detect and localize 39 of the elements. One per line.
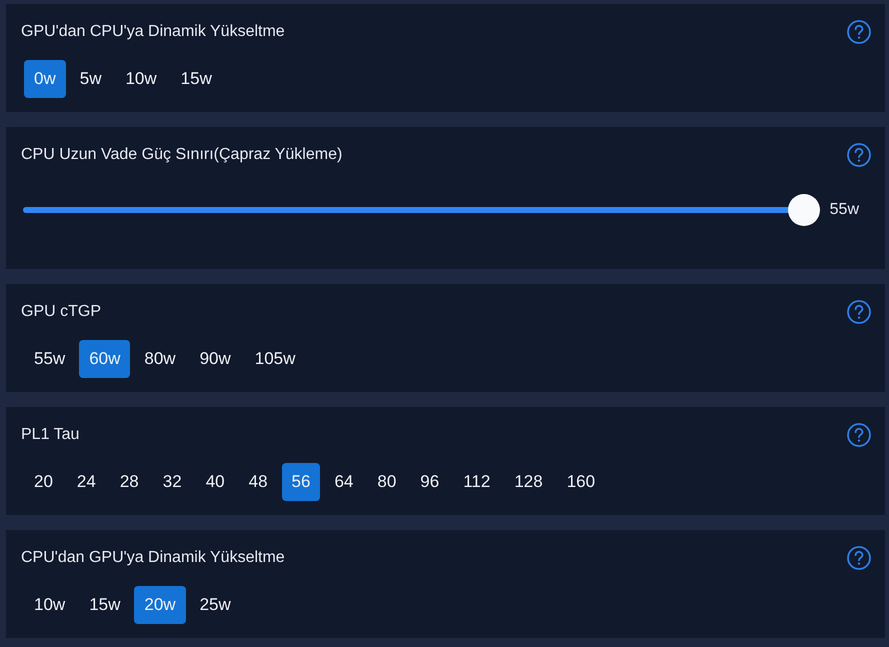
option-button[interactable]: 105w — [244, 340, 306, 378]
option-button[interactable]: 24 — [66, 463, 106, 501]
option-button[interactable]: 10w — [115, 60, 167, 98]
setting-title: GPU'dan CPU'ya Dinamik Yükseltme — [21, 22, 285, 42]
option-button[interactable]: 96 — [410, 463, 450, 501]
option-button[interactable]: 20w — [134, 586, 186, 624]
option-button[interactable]: 15w — [170, 60, 222, 98]
option-button[interactable]: 80 — [367, 463, 406, 501]
option-button[interactable]: 56 — [282, 463, 320, 501]
option-button[interactable]: 25w — [190, 586, 241, 624]
setting-title: PL1 Tau — [21, 425, 80, 445]
setting-title: CPU'dan GPU'ya Dinamik Yükseltme — [21, 548, 285, 568]
option-button[interactable]: 64 — [324, 463, 364, 501]
option-button[interactable]: 160 — [556, 463, 606, 501]
option-button[interactable]: 112 — [453, 463, 500, 501]
option-button[interactable]: 48 — [238, 463, 278, 501]
option-button[interactable]: 90w — [190, 340, 241, 378]
option-button[interactable]: 10w — [24, 586, 76, 624]
help-icon[interactable] — [847, 300, 871, 324]
option-button[interactable]: 40 — [196, 463, 235, 501]
setting-title: CPU Uzun Vade Güç Sınırı(Çapraz Yükleme) — [21, 145, 342, 165]
slider-value: 55w — [830, 201, 859, 219]
help-icon[interactable] — [847, 143, 871, 167]
option-button[interactable]: 5w — [70, 60, 112, 98]
option-button[interactable]: 28 — [110, 463, 149, 501]
slider-thumb[interactable] — [788, 194, 820, 226]
option-button[interactable]: 55w — [24, 340, 76, 378]
option-button[interactable]: 60w — [79, 340, 130, 378]
help-icon[interactable] — [847, 423, 871, 447]
slider-track[interactable] — [23, 194, 820, 226]
option-button[interactable]: 0w — [24, 60, 66, 98]
option-button[interactable]: 15w — [79, 586, 130, 624]
option-button[interactable]: 128 — [504, 463, 553, 501]
help-icon[interactable] — [847, 20, 871, 44]
setting-title: GPU cTGP — [21, 302, 102, 322]
option-button[interactable]: 32 — [152, 463, 192, 501]
option-button[interactable]: 80w — [134, 340, 186, 378]
option-button[interactable]: 20 — [24, 463, 63, 501]
help-icon[interactable] — [847, 546, 871, 570]
